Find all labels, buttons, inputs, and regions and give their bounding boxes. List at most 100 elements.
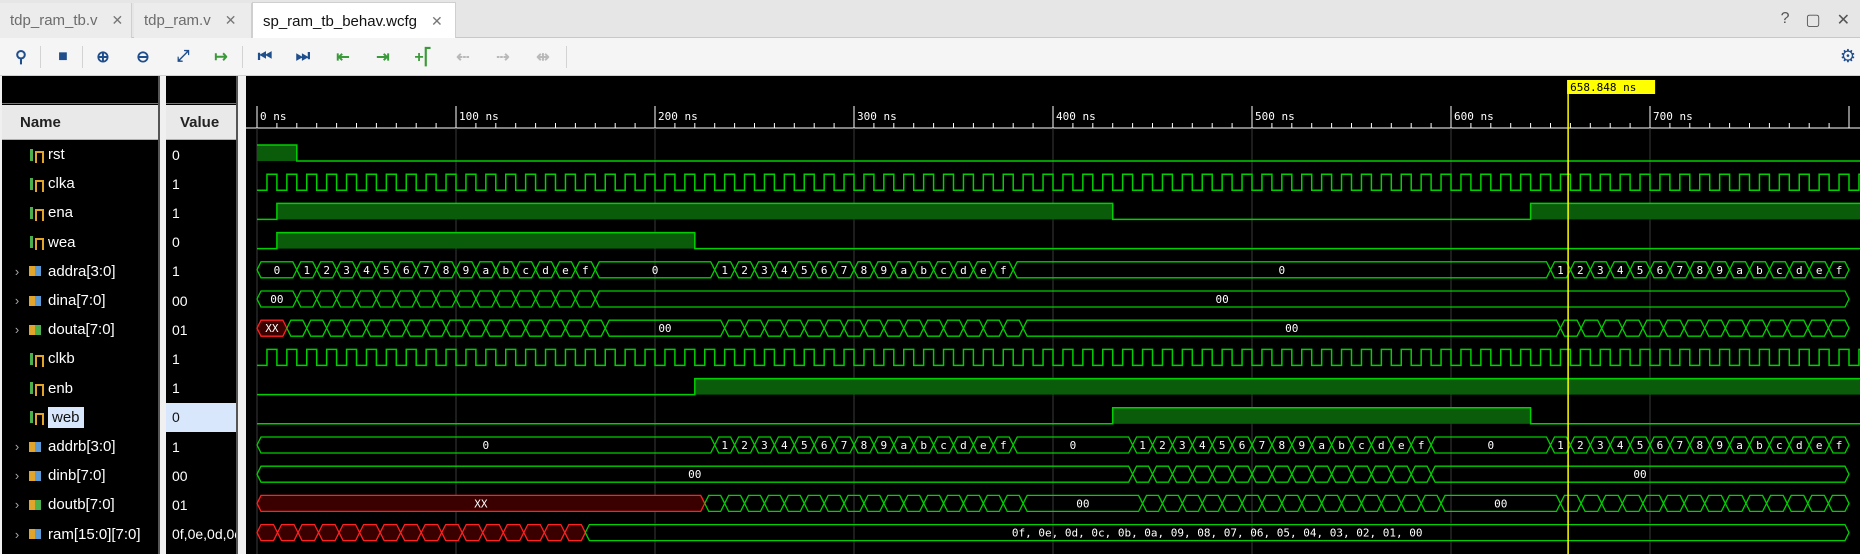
expand-chevron-icon[interactable]: › [10, 264, 24, 279]
addrb-value-label: 4 [1617, 439, 1624, 452]
signal-row[interactable]: › dina[7:0] [2, 286, 158, 315]
zoom-in-icon[interactable]: ⊕ [92, 47, 114, 67]
waveform-canvas[interactable]: 0 ns 100 ns 200 ns 300 ns 400 ns 500 ns 600 ns… [246, 76, 1860, 554]
signal-value[interactable]: 1 [166, 257, 236, 286]
value-column-header[interactable]: Value [166, 105, 236, 140]
addrb-value-label: a [1736, 439, 1743, 452]
signal-value[interactable]: 1 [166, 169, 236, 198]
close-icon[interactable]: ✕ [225, 12, 237, 29]
close-window-icon[interactable]: ✕ [1837, 10, 1850, 30]
signal-row[interactable]: web [2, 403, 158, 432]
signal-name: addrb[3:0] [48, 438, 116, 455]
dina-value-cell [415, 290, 437, 308]
douta-value-cell [485, 319, 507, 337]
dinb-value-cell [1370, 465, 1393, 483]
addrb-value-label: f [1836, 439, 1843, 452]
doutb-value-cell [1642, 494, 1665, 513]
signal-row[interactable]: clka [2, 169, 158, 198]
next-marker-icon[interactable]: ⇢ [492, 47, 514, 67]
signal-row[interactable]: › dinb[7:0] [2, 461, 158, 490]
expand-chevron-icon[interactable]: › [10, 527, 24, 542]
doutb-value-cell [1559, 494, 1582, 513]
signal-value[interactable]: 00 [166, 461, 236, 490]
signal-name: clka [48, 175, 75, 193]
signal-value[interactable]: 01 [166, 315, 236, 344]
doutb-value-cell [1141, 494, 1164, 513]
tab-sp-ram-tb-behav[interactable]: sp_ram_tb_behav.wcfg ✕ [252, 2, 456, 39]
addrb-value-label: c [1776, 439, 1783, 452]
addra-value-label: 3 [761, 264, 768, 277]
addra-value-label: 3 [1597, 264, 1604, 277]
signal-value[interactable]: 00 [166, 286, 236, 315]
addra-value-label: d [960, 264, 967, 277]
signal-row[interactable]: › addra[3:0] [2, 257, 158, 286]
signal-row[interactable]: › douta[7:0] [2, 315, 158, 344]
restore-icon[interactable]: ▢ [1805, 10, 1820, 30]
waveform-svg[interactable]: 0 ns 100 ns 200 ns 300 ns 400 ns 500 ns 600 ns… [246, 76, 1860, 554]
signal-row[interactable]: › ram[15:0][7:0] [2, 520, 158, 549]
add-marker-icon[interactable]: +⎡ [412, 47, 434, 67]
addra-value-label: f [1000, 264, 1007, 277]
close-icon[interactable]: ✕ [112, 12, 124, 29]
douta-value-cell [1745, 319, 1768, 337]
help-icon[interactable]: ? [1781, 10, 1790, 30]
dinb-value-cell [1211, 465, 1233, 483]
signal-row[interactable]: ena [2, 198, 158, 227]
close-icon[interactable]: ✕ [431, 13, 443, 30]
zoom-out-icon[interactable]: ⊖ [132, 47, 154, 67]
bus-signal-icon [28, 469, 42, 483]
go-to-last-time-icon[interactable]: ⏭ [292, 47, 314, 67]
dinb-value-label: 00 [688, 468, 701, 481]
name-column-header[interactable]: Name [2, 105, 158, 140]
signal-value[interactable]: 1 [166, 432, 236, 461]
previous-marker-icon[interactable]: ⇠ [452, 47, 474, 67]
signal-value[interactable]: 1 [166, 344, 236, 373]
signal-value[interactable]: 0 [166, 228, 236, 257]
timeline-label: 500 ns [1255, 110, 1295, 123]
signal-row[interactable]: clkb [2, 344, 158, 373]
expand-chevron-icon[interactable]: › [10, 468, 24, 483]
signal-value[interactable]: 1 [166, 198, 236, 227]
addrb-value-label: d [1378, 439, 1385, 452]
tab-tdp-ram[interactable]: tdp_ram.v ✕ [134, 3, 252, 38]
douta-value-cell [524, 319, 547, 337]
tab-tdp-ram-tb[interactable]: tdp_ram_tb.v ✕ [0, 3, 132, 38]
save-icon[interactable]: ■ [52, 47, 74, 67]
bus-signal-icon [28, 323, 42, 337]
signal-value[interactable]: 1 [166, 374, 236, 403]
signal-value[interactable]: 0f,0e,0d,0c [166, 520, 236, 549]
doutb-value-cell [743, 494, 766, 513]
expand-chevron-icon[interactable]: › [10, 497, 24, 512]
expand-chevron-icon[interactable]: › [10, 322, 24, 337]
expand-chevron-icon[interactable]: › [10, 439, 24, 454]
next-transition-icon[interactable]: ⇥ [372, 47, 394, 67]
doutb-value-cell [1765, 494, 1788, 513]
douta-value-cell [1703, 319, 1727, 337]
signal-row[interactable]: rst [2, 140, 158, 169]
previous-transition-icon[interactable]: ⇤ [332, 47, 354, 67]
go-to-cursor-icon[interactable]: ↦ [210, 47, 232, 67]
dinb-value-cell [1271, 465, 1293, 483]
addra-value-label: b [502, 264, 509, 277]
expand-chevron-icon[interactable]: › [10, 293, 24, 308]
doutb-value-cell [783, 494, 805, 513]
zoom-fit-icon[interactable]: ⤢ [172, 47, 194, 67]
search-icon[interactable]: ⚲ [10, 47, 32, 67]
signal-value[interactable]: 01 [166, 490, 236, 519]
signal-row[interactable]: enb [2, 374, 158, 403]
gear-icon[interactable]: ⚙ [1840, 46, 1856, 67]
go-to-time-0-icon[interactable]: ⏮ [254, 47, 276, 67]
signal-row[interactable]: › doutb[7:0] [2, 490, 158, 519]
signal-row[interactable]: wea [2, 228, 158, 257]
doutb-value-cell [1745, 494, 1768, 513]
timeline-label: 400 ns [1056, 110, 1096, 123]
swap-cursors-icon[interactable]: ⇹ [532, 47, 554, 67]
signal-value[interactable]: 0 [166, 402, 236, 432]
doutb-value-cell [1221, 494, 1243, 513]
ram-value-cell [317, 523, 340, 542]
signal-value[interactable]: 0 [166, 140, 236, 169]
signal-row[interactable]: › addrb[3:0] [2, 432, 158, 461]
ram-value-cell [358, 523, 381, 542]
addrb-value-label: 4 [781, 439, 788, 452]
addrb-value-label: 9 [1298, 439, 1305, 452]
